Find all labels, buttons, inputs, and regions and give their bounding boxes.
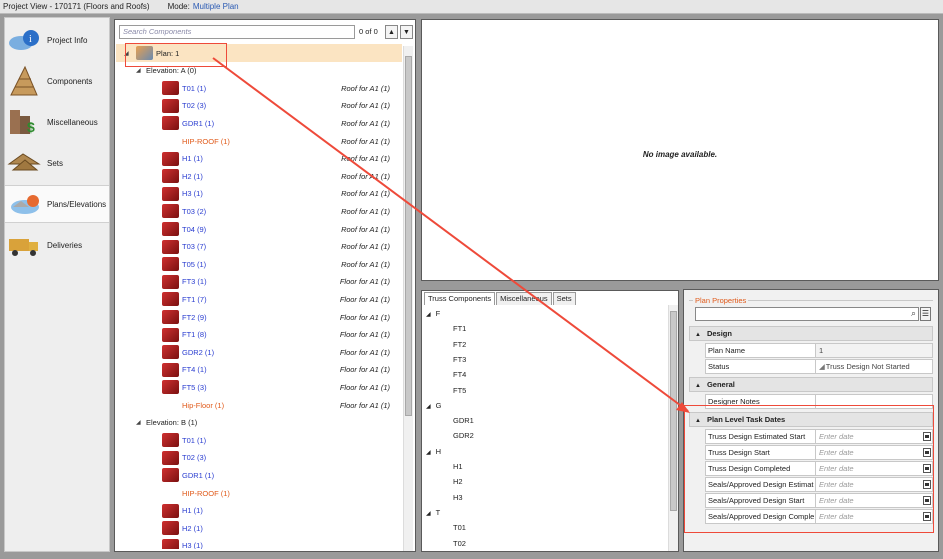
annotation-arrow [212, 57, 690, 413]
arrow-line [212, 57, 689, 412]
